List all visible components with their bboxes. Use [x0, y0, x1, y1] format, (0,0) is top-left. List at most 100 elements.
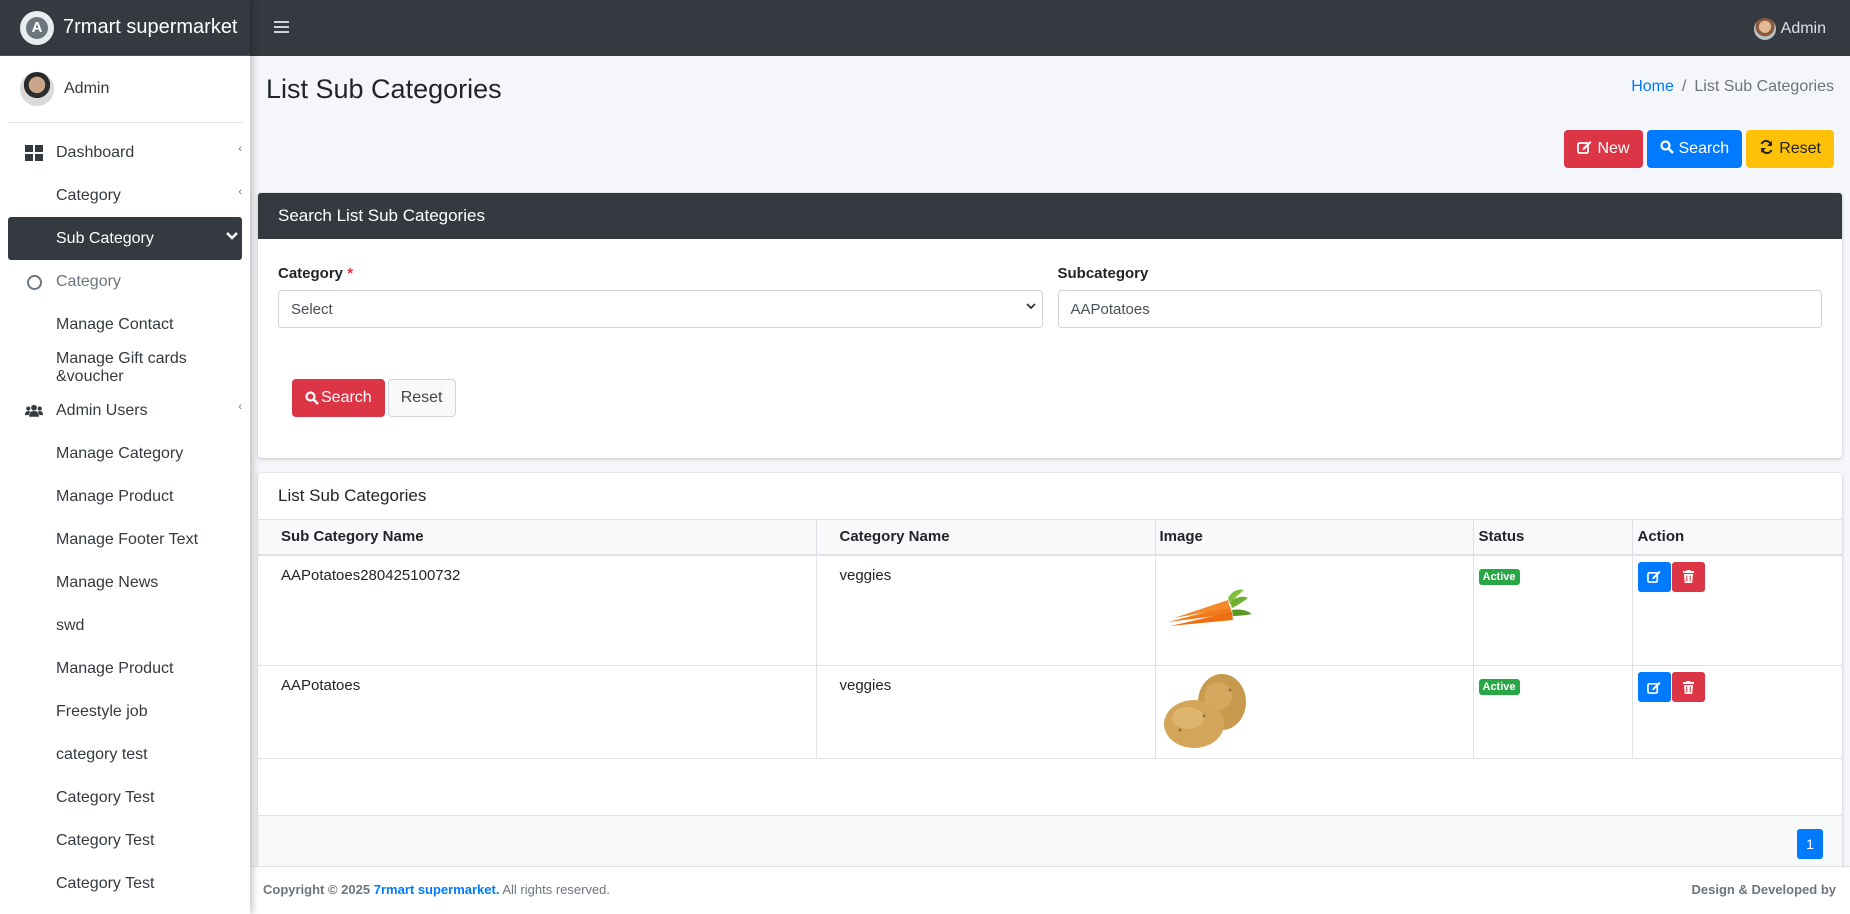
footer-credit: Design & Developed by — [1691, 882, 1836, 897]
user-menu[interactable]: Admin — [1753, 18, 1826, 40]
breadcrumb: Home / List Sub Categories — [1631, 78, 1834, 96]
edit-icon — [1647, 570, 1661, 583]
form-reset-button[interactable]: Reset — [387, 379, 456, 417]
cell-subcategory-name: AAPotatoes280425100732 — [258, 554, 817, 666]
sidebar-item-label: Manage Contact — [56, 315, 174, 333]
subcategory-label: Subcategory — [1057, 265, 1149, 282]
column-header-action[interactable]: Action — [1631, 519, 1842, 556]
sidebar-item-label: Freestyle job — [56, 702, 148, 720]
sidebar-item-manage-category[interactable]: Manage Category — [8, 432, 242, 475]
table-row: AAPotatoes280425100732 veggies Active — [258, 554, 1842, 666]
category-label: Category * — [278, 265, 354, 282]
edit-button[interactable] — [1637, 672, 1671, 702]
category-select[interactable]: Select — [278, 290, 1043, 328]
potato-image — [1159, 670, 1260, 752]
sidebar-nav: Dashboard ‹ Category ‹ Sub Category Cate… — [0, 131, 250, 905]
sidebar-item-admin-users[interactable]: Admin Users ‹ — [8, 389, 242, 432]
sidebar-item-manage-contact[interactable]: Manage Contact — [8, 303, 242, 346]
cell-status: Active — [1472, 554, 1633, 666]
subcategory-table: Sub Category Name Category Name Image St… — [258, 519, 1842, 759]
footer-copyright-text: Copyright © 2025 — [263, 882, 371, 897]
user-menu-label: Admin — [1780, 20, 1826, 37]
list-card-title: List Sub Categories — [278, 486, 427, 505]
subcategory-group: Subcategory AAPotatoes — [1057, 265, 1822, 328]
trash-icon — [1682, 570, 1694, 583]
sidebar-item-sub-category[interactable]: Sub Category — [8, 217, 242, 260]
sidebar-item-label: Category Test — [56, 788, 155, 806]
cell-actions — [1631, 554, 1842, 666]
sidebar-item-label: Manage Product — [56, 659, 174, 677]
cell-image — [1154, 554, 1474, 666]
sidebar-item-label: Manage Gift cards &voucher — [56, 349, 187, 385]
chevron-down-icon — [226, 228, 238, 244]
sidebar-item-category-test-3[interactable]: Category Test — [8, 819, 242, 862]
cell-image — [1154, 665, 1474, 759]
cell-category-name: veggies — [815, 554, 1156, 666]
cell-category-name: veggies — [815, 665, 1156, 759]
footer-copyright: Copyright © 2025 7rmart supermarket. All… — [263, 882, 610, 897]
carrot-image — [1159, 563, 1260, 632]
sidebar-item-manage-news[interactable]: Manage News — [8, 561, 242, 604]
chevron-left-icon: ‹ — [238, 401, 242, 413]
table-header-row: Sub Category Name Category Name Image St… — [258, 519, 1842, 556]
cell-status: Active — [1472, 665, 1633, 759]
sidebar-item-label: Admin Users — [56, 401, 148, 419]
search-button[interactable]: Search — [1646, 130, 1743, 168]
form-search-button[interactable]: Search — [292, 379, 385, 417]
page-title: List Sub Categories — [266, 74, 502, 104]
search-button-label: Search — [1678, 140, 1730, 157]
column-header-subcategory-name[interactable]: Sub Category Name — [258, 519, 817, 556]
delete-button[interactable] — [1671, 672, 1705, 702]
brand-text: 7rmart supermarket — [63, 16, 238, 38]
column-header-category-name[interactable]: Category Name — [815, 519, 1156, 556]
sidebar-item-label: Sub Category — [56, 229, 154, 247]
topbar: Admin — [250, 0, 1850, 56]
user-panel[interactable]: Admin — [8, 56, 242, 123]
sidebar-item-category-test-4[interactable]: Category Test — [8, 862, 242, 905]
chevron-left-icon: ‹ — [238, 186, 242, 198]
breadcrumb-separator: / — [1681, 78, 1687, 95]
avatar — [1753, 18, 1776, 40]
trash-icon — [1682, 680, 1694, 694]
menu-toggle-icon[interactable] — [274, 17, 290, 40]
sidebar-item-category[interactable]: Category ‹ — [8, 174, 242, 217]
edit-icon — [1577, 140, 1592, 158]
status-badge: Active — [1478, 679, 1520, 695]
refresh-icon — [1759, 139, 1774, 158]
subcategory-input[interactable]: AAPotatoes — [1057, 290, 1822, 328]
table-row: AAPotatoes veggies Active — [258, 665, 1842, 759]
column-header-status[interactable]: Status — [1472, 519, 1633, 556]
column-header-image[interactable]: Image — [1154, 519, 1474, 556]
sidebar-item-manage-product-2[interactable]: Manage Product — [8, 647, 242, 690]
sidebar-item-label: category test — [56, 745, 148, 763]
edit-button[interactable] — [1637, 561, 1671, 592]
delete-button[interactable] — [1671, 561, 1705, 592]
sidebar-item-dashboard[interactable]: Dashboard ‹ — [8, 131, 242, 174]
brand[interactable]: A 7rmart supermarket — [0, 0, 250, 56]
footer-rights-text: All rights reserved. — [502, 882, 611, 897]
page-actions: New Search Reset — [1564, 130, 1834, 168]
new-button[interactable]: New — [1564, 130, 1643, 168]
sidebar-item-gift-cards[interactable]: Manage Gift cards &voucher — [8, 346, 242, 389]
sidebar-item-label: Category Test — [56, 831, 155, 849]
edit-icon — [1647, 681, 1661, 694]
breadcrumb-current: List Sub Categories — [1694, 78, 1834, 95]
sidebar-item-category-test-2[interactable]: Category Test — [8, 776, 242, 819]
footer-brand-link[interactable]: 7rmart supermarket. — [374, 882, 500, 897]
chevron-down-icon — [1025, 300, 1036, 314]
sidebar-item-category-test[interactable]: category test — [8, 733, 242, 776]
search-icon — [1659, 140, 1674, 158]
cell-subcategory-name: AAPotatoes — [258, 665, 817, 759]
search-card-header: Search List Sub Categories — [258, 193, 1842, 239]
pagination-bar: 1 — [258, 815, 1842, 870]
sidebar-item-manage-product[interactable]: Manage Product — [8, 475, 242, 518]
pagination-page-1[interactable]: 1 — [1797, 829, 1823, 859]
reset-button[interactable]: Reset — [1746, 130, 1834, 168]
sidebar-item-category-sub[interactable]: Category — [8, 260, 242, 303]
breadcrumb-home-link[interactable]: Home — [1631, 78, 1674, 95]
sidebar-item-label: Manage Category — [56, 444, 184, 462]
sidebar-item-swd[interactable]: swd — [8, 604, 242, 647]
chevron-left-icon: ‹ — [238, 143, 242, 155]
sidebar-item-freestyle-job[interactable]: Freestyle job — [8, 690, 242, 733]
sidebar-item-manage-footer-text[interactable]: Manage Footer Text — [8, 518, 242, 561]
